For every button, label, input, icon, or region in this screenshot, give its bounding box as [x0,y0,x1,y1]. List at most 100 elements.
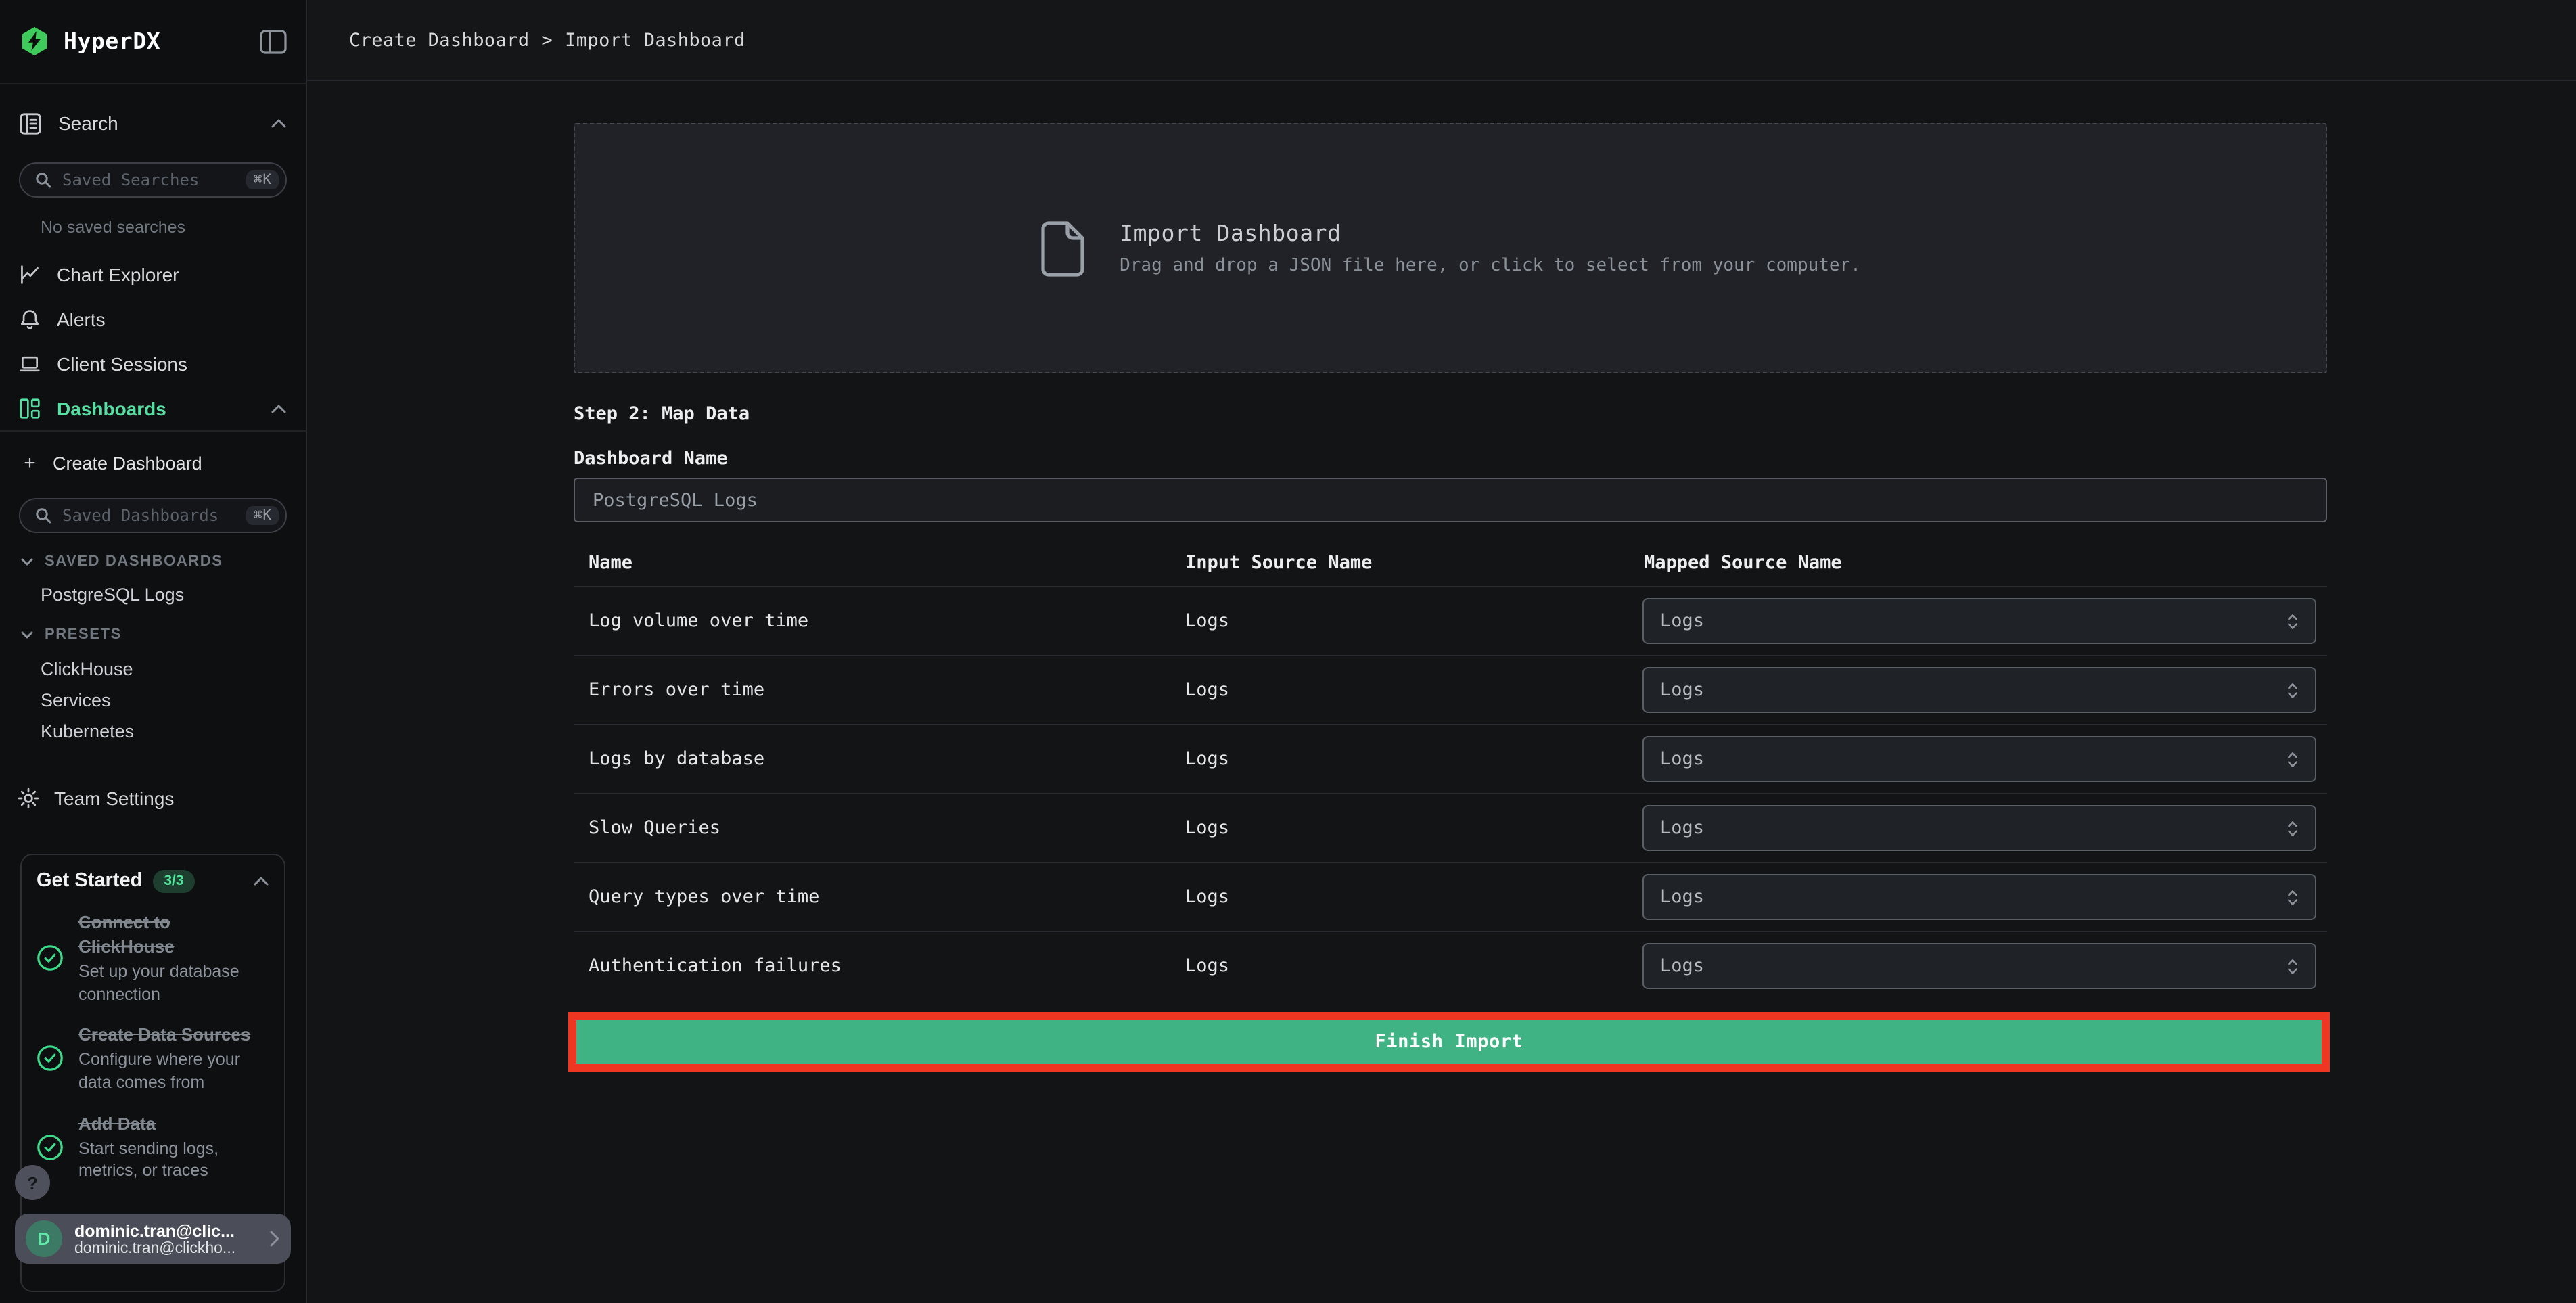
sidebar-item-team-settings[interactable]: Team Settings [0,779,306,817]
app-root: HyperDX Search Saved Searches ⌘K No save… [0,0,2576,1303]
mapping-table-body: Log volume over time Logs Logs Errors ov… [574,587,2327,1001]
column-header-input-source: Input Source Name [1185,552,1373,574]
breadcrumb-create-dashboard[interactable]: Create Dashboard [349,29,530,51]
shortcut-badge: ⌘K [246,505,279,526]
breadcrumb-import-dashboard: Import Dashboard [565,29,745,51]
topbar: Create Dashboard > Import Dashboard [307,0,2576,81]
select-chevrons-icon [2288,683,2297,698]
sidebar-item-search[interactable]: Search [0,103,306,143]
chart-explorer-icon [21,265,39,283]
shortcut-badge: ⌘K [246,170,279,190]
row-name: Errors over time [589,679,765,701]
row-input-source: Logs [1185,955,1230,977]
sidebar-item-chart-explorer[interactable]: Chart Explorer [0,252,306,296]
select-chevrons-icon [2288,890,2297,905]
get-started-title: Get Started [37,870,143,892]
row-name: Authentication failures [589,955,842,977]
chevron-up-icon[interactable] [253,876,269,887]
sidebar-item-client-sessions[interactable]: Client Sessions [0,341,306,386]
select-chevrons-icon [2288,752,2297,767]
get-started-step-sources[interactable]: Create Data Sources Configure where your… [37,1023,269,1094]
chevron-up-icon[interactable] [271,403,287,413]
create-dashboard-button[interactable]: + Create Dashboard [19,447,202,479]
chevron-down-icon [21,557,33,565]
avatar: D [26,1220,62,1257]
column-header-mapped-source: Mapped Source Name [1644,552,1842,574]
gear-icon [18,787,39,809]
user-account-button[interactable]: D dominic.tran@clic... dominic.tran@clic… [15,1214,291,1264]
chevron-up-icon[interactable] [271,118,287,129]
select-chevrons-icon [2288,614,2297,628]
sidebar: HyperDX Search Saved Searches ⌘K No save… [0,0,307,1303]
mapped-source-select[interactable]: Logs [1642,943,2316,989]
hyperdx-logo-icon [22,26,47,56]
table-row: Slow Queries Logs Logs [574,794,2327,863]
search-placeholder: Saved Dashboards [62,506,219,525]
check-circle-icon [37,1045,63,1072]
app-title: HyperDX [64,28,161,54]
table-row: Query types over time Logs Logs [574,863,2327,932]
sidebar-nav: Chart Explorer Alerts Client Sessions Da… [0,252,306,430]
table-row: Log volume over time Logs Logs [574,587,2327,656]
select-chevrons-icon [2288,959,2297,974]
row-name: Log volume over time [589,610,809,632]
row-name: Query types over time [589,886,820,908]
laptop-icon [20,355,40,371]
row-input-source: Logs [1185,679,1230,701]
table-row: Logs by database Logs Logs [574,725,2327,794]
search-placeholder: Saved Searches [62,170,200,189]
mapped-source-select[interactable]: Logs [1642,874,2316,920]
row-name: Slow Queries [589,817,721,839]
saved-dashboard-item[interactable]: PostgreSQL Logs [41,579,184,609]
question-mark-icon: ? [27,1172,38,1193]
collapse-sidebar-button[interactable] [260,29,287,53]
search-icon [36,508,51,524]
breadcrumb: Create Dashboard > Import Dashboard [349,29,745,51]
logo-row: HyperDX [0,0,306,84]
file-icon [1040,221,1084,276]
finish-import-button[interactable]: Finish Import [576,1020,2322,1064]
get-started-step-add-data[interactable]: Add Data Start sending logs, metrics, or… [37,1112,269,1183]
row-input-source: Logs [1185,886,1230,908]
bell-icon [20,309,39,329]
mapped-source-select[interactable]: Logs [1642,598,2316,644]
table-row: Errors over time Logs Logs [574,656,2327,725]
json-file-dropzone[interactable]: Import Dashboard Drag and drop a JSON fi… [574,123,2327,373]
saved-searches-input[interactable]: Saved Searches ⌘K [19,162,287,198]
row-name: Logs by database [589,748,765,770]
dashboard-name-label: Dashboard Name [574,448,728,470]
mapping-table: Name Input Source Name Mapped Source Nam… [574,548,2327,1001]
preset-item-services[interactable]: Services [41,685,111,714]
get-started-step-connect[interactable]: Connect to ClickHouse Set up your databa… [37,910,269,1005]
search-icon [36,173,51,188]
sidebar-item-label: Search [58,112,118,134]
sidebar-item-alerts[interactable]: Alerts [0,296,306,341]
sidebar-item-dashboards[interactable]: Dashboards [0,386,306,430]
preset-item-kubernetes[interactable]: Kubernetes [41,716,134,746]
annotation-highlight: Finish Import [568,1012,2330,1072]
help-button[interactable]: ? [15,1165,50,1200]
presets-header[interactable]: PRESETS [20,622,122,647]
divider [0,430,306,432]
user-name: dominic.tran@clic... [74,1221,235,1240]
mapping-table-header: Name Input Source Name Mapped Source Nam… [574,548,2327,587]
progress-badge: 3/3 [153,870,195,892]
mapped-source-select[interactable]: Logs [1642,667,2316,713]
dashboard-name-input[interactable]: PostgreSQL Logs [574,478,2327,522]
mapped-source-select[interactable]: Logs [1642,736,2316,782]
chevron-down-icon [21,631,33,638]
saved-dashboards-input[interactable]: Saved Dashboards ⌘K [19,498,287,533]
collapse-sidebar-icon [260,29,287,53]
saved-dashboards-header[interactable]: SAVED DASHBOARDS [20,549,223,574]
row-input-source: Logs [1185,610,1230,632]
search-section-icon [20,112,41,134]
preset-item-clickhouse[interactable]: ClickHouse [41,654,133,683]
plus-icon: + [24,451,36,474]
row-input-source: Logs [1185,748,1230,770]
column-header-name: Name [589,552,633,574]
row-input-source: Logs [1185,817,1230,839]
mapped-source-select[interactable]: Logs [1642,805,2316,851]
dashboards-icon [20,398,40,418]
no-saved-searches-text: No saved searches [41,218,186,237]
table-row: Authentication failures Logs Logs [574,932,2327,1001]
